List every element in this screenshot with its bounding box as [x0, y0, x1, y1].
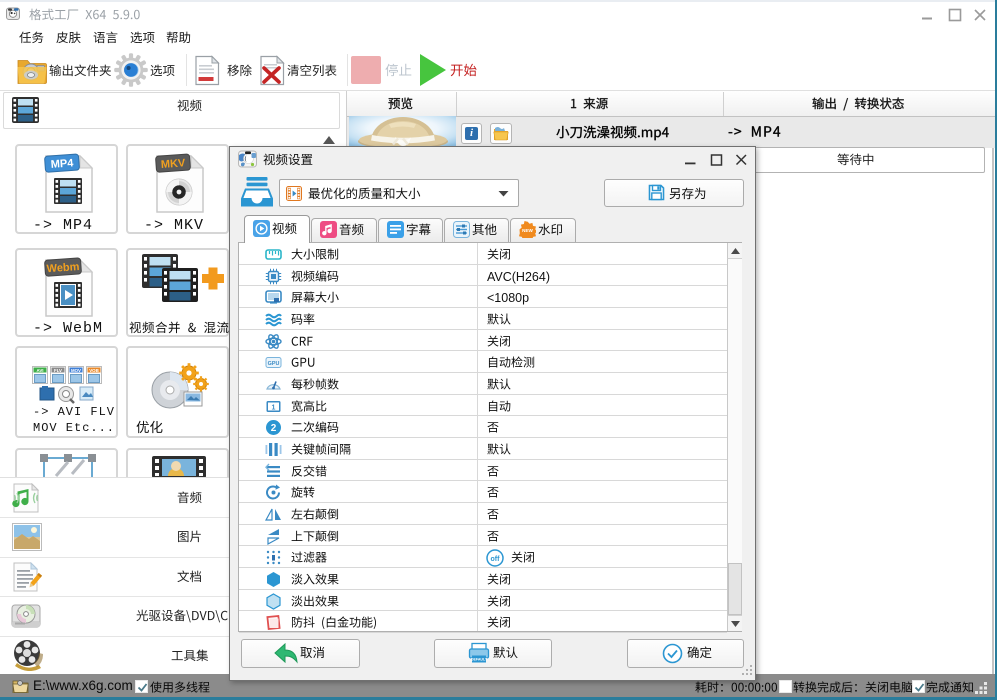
svg-text:MKV: MKV	[160, 157, 186, 171]
svg-text:DEFAULT: DEFAULT	[471, 658, 488, 662]
svg-text:Webm: Webm	[46, 261, 80, 275]
svg-text:VOB: VOB	[89, 368, 99, 373]
svg-text:MP4: MP4	[50, 157, 74, 171]
svg-text:2: 2	[271, 423, 277, 434]
svg-text:off: off	[491, 556, 501, 563]
svg-text:GPU: GPU	[268, 361, 280, 367]
svg-text:MOV: MOV	[71, 368, 81, 373]
svg-text:1: 1	[272, 404, 276, 411]
svg-text:AVI: AVI	[37, 368, 44, 373]
svg-text:FLV: FLV	[54, 368, 62, 373]
svg-text:NEW: NEW	[522, 228, 533, 233]
